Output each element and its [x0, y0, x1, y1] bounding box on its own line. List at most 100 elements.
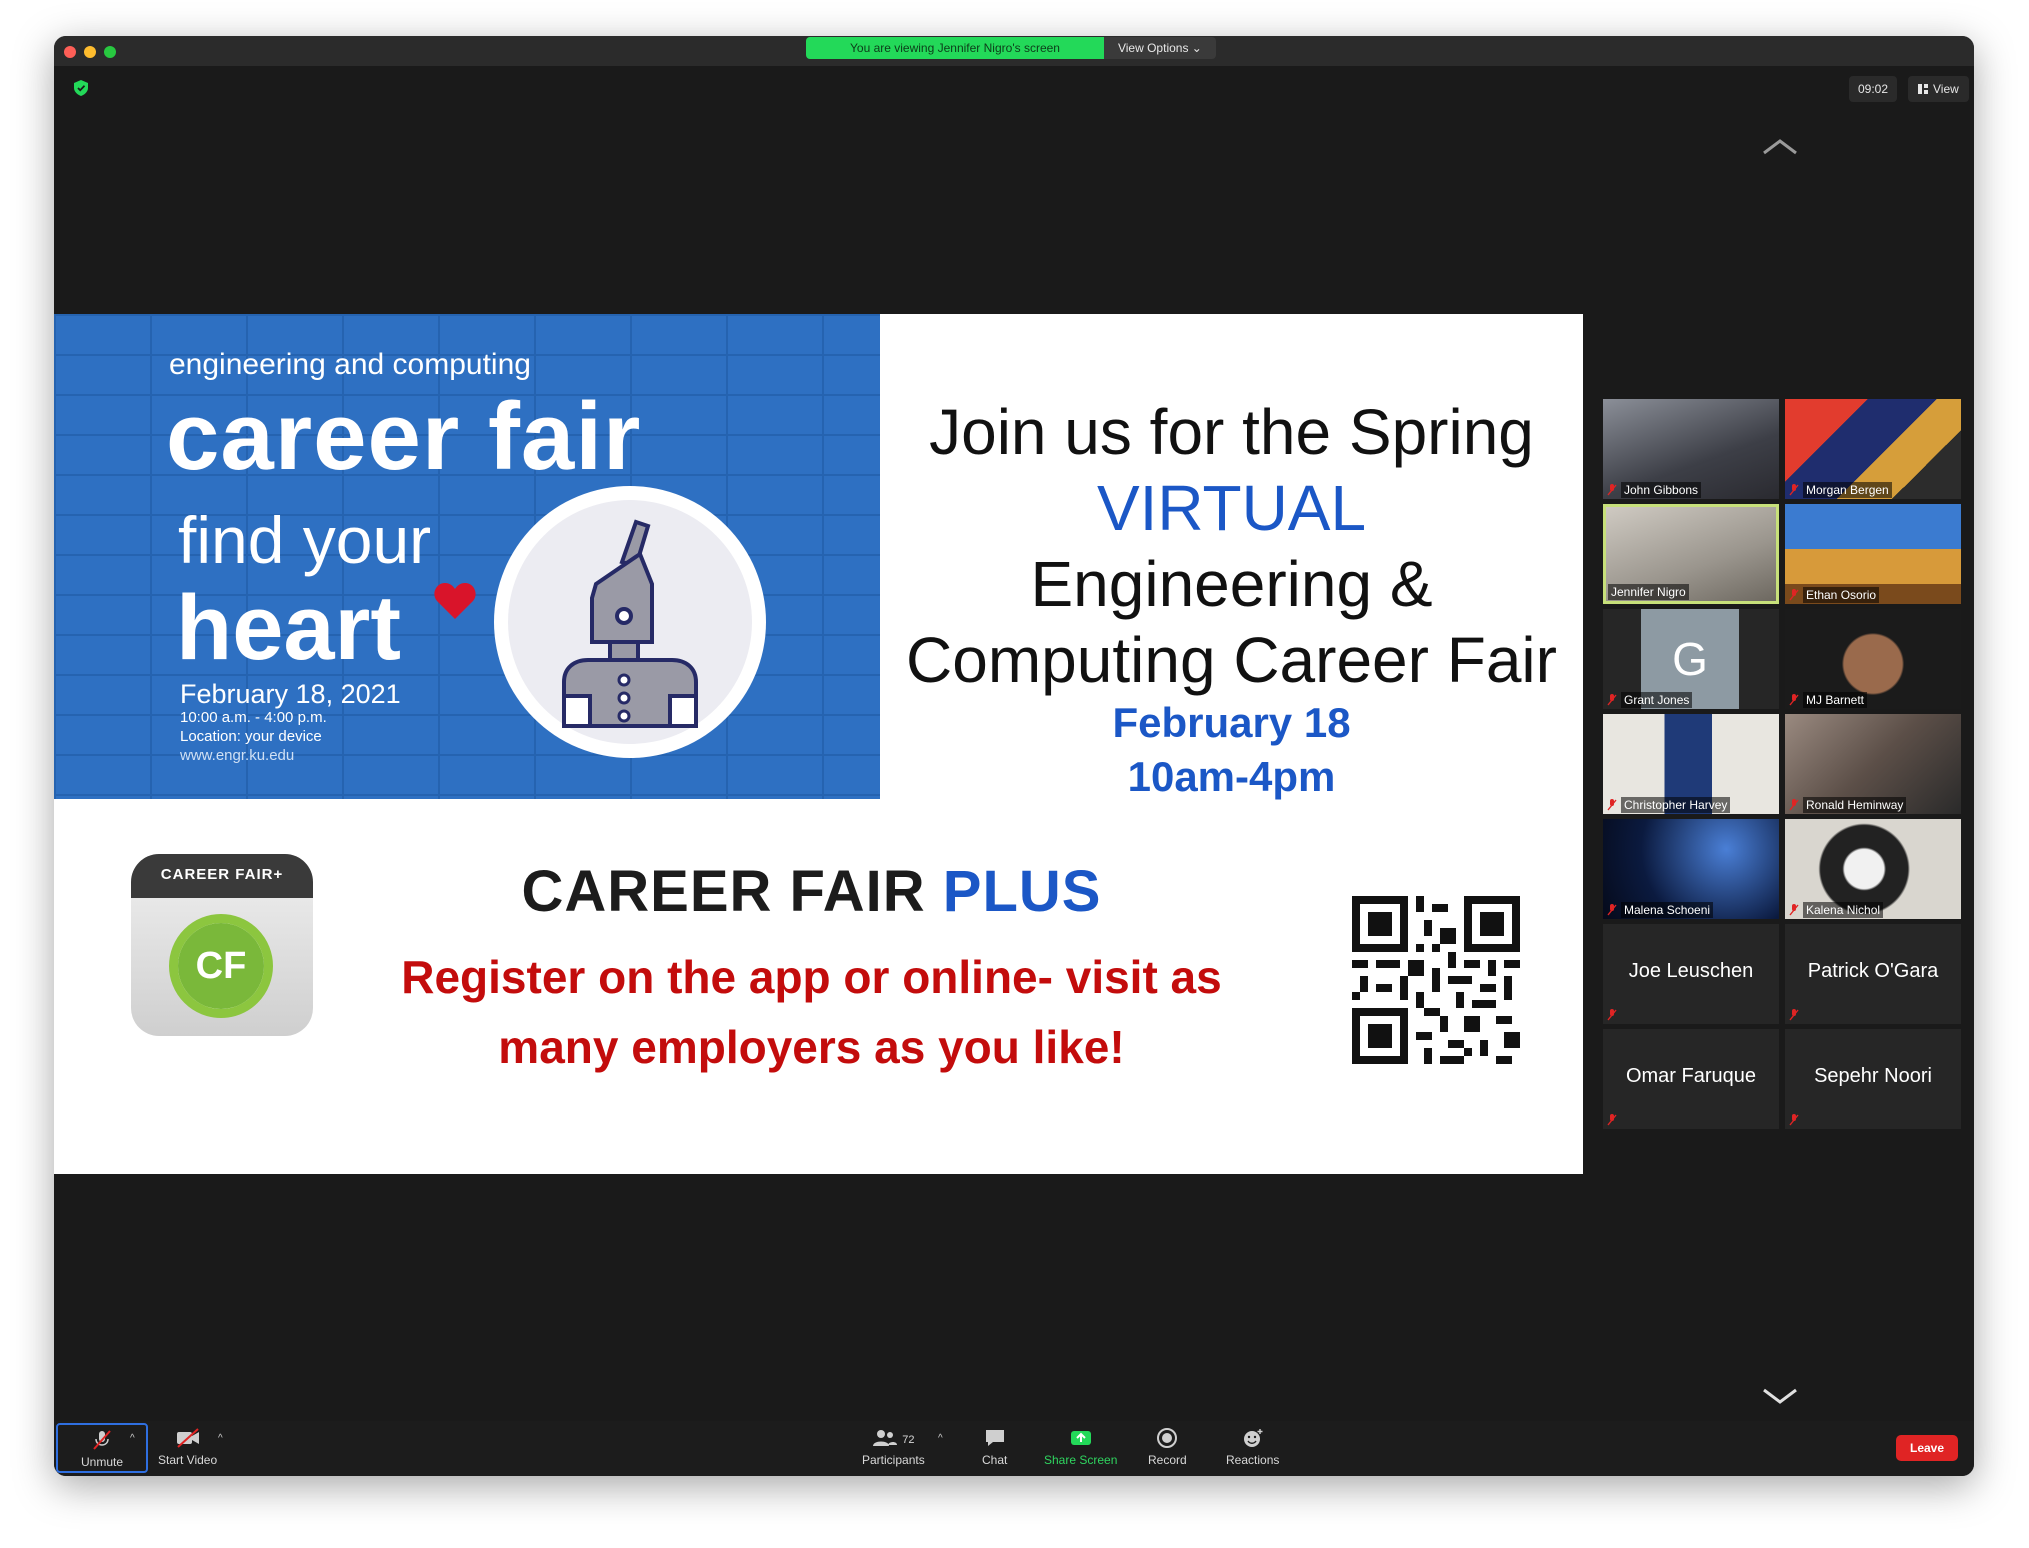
participant-tile[interactable]: MJ Barnett — [1785, 609, 1961, 709]
participant-tile[interactable]: Ronald Heminway — [1785, 714, 1961, 814]
participant-name: MJ Barnett — [1803, 692, 1868, 708]
start-video-label: Start Video — [158, 1453, 218, 1467]
participant-name: Morgan Bergen — [1803, 482, 1892, 498]
register-line-1: Register on the app or online- visit as — [401, 951, 1222, 1003]
heart-icon — [434, 583, 476, 619]
video-off-icon — [176, 1428, 199, 1448]
video-options-caret[interactable]: ^ — [218, 1433, 223, 1444]
mic-muted-icon — [1607, 904, 1617, 916]
event-time: 10:00 a.m. - 4:00 p.m. — [180, 709, 327, 726]
start-video-button[interactable]: Start Video — [158, 1427, 217, 1467]
participant-tile[interactable]: Morgan Bergen — [1785, 399, 1961, 499]
audio-options-caret[interactable]: ^ — [130, 1433, 135, 1444]
chevron-up-icon[interactable] — [1762, 136, 1798, 156]
participant-name: Grant Jones — [1621, 692, 1693, 708]
meeting-toolbar: Unmute ^ Start Video ^ 72 Participants ^… — [54, 1421, 1974, 1476]
reactions-button[interactable]: Reactions — [1226, 1427, 1279, 1467]
participant-tile[interactable]: John Gibbons — [1603, 399, 1779, 499]
participant-tile[interactable]: Christopher Harvey — [1603, 714, 1779, 814]
view-options-label: View Options — [1117, 41, 1189, 55]
share-screen-button[interactable]: Share Screen — [1044, 1427, 1117, 1467]
zoom-window-button[interactable] — [104, 46, 116, 58]
join-us-text: Join us for the Spring VIRTUAL Engineeri… — [880, 394, 1583, 698]
mic-muted-icon — [1607, 1009, 1617, 1021]
view-button-label: View — [1933, 82, 1959, 96]
event-date: February 18, 2021 — [180, 679, 401, 709]
minimize-window-button[interactable] — [84, 46, 96, 58]
career-fair-subtitle: engineering and computing — [169, 348, 531, 381]
participants-count: 72 — [902, 1434, 915, 1446]
join-line-3: Engineering & — [1030, 548, 1433, 620]
participant-name: Ronald Heminway — [1803, 797, 1907, 813]
viewing-banner-text: You are viewing Jennifer Nigro's screen — [806, 37, 1104, 59]
qr-code — [1352, 896, 1520, 1064]
mic-muted-icon — [1789, 799, 1799, 811]
participant-name: Joe Leuschen — [1628, 960, 1754, 982]
mic-muted-icon — [1789, 904, 1799, 916]
cfp-plus: PLUS — [942, 859, 1102, 924]
record-button[interactable]: Record — [1148, 1427, 1187, 1467]
mic-muted-icon — [93, 1430, 111, 1450]
view-options-dropdown[interactable]: View Options ⌄ — [1103, 37, 1216, 59]
shared-screen-slide: engineering and computing career fair fi… — [54, 314, 1583, 1174]
heart-text: heart — [176, 577, 401, 679]
register-text: Register on the app or online- visit as … — [394, 942, 1229, 1082]
share-screen-icon — [1070, 1431, 1091, 1445]
participant-tile[interactable]: Ethan Osorio — [1785, 504, 1961, 604]
join-line-4: Computing Career Fair — [906, 624, 1557, 696]
event-location: Location: your device — [180, 728, 322, 745]
event-url: www.engr.ku.edu — [180, 747, 295, 764]
chat-button[interactable]: Chat — [982, 1427, 1007, 1467]
participant-name: Malena Schoeni — [1621, 902, 1714, 918]
meeting-clock: 09:02 — [1849, 76, 1898, 102]
zoom-window: You are viewing Jennifer Nigro's screen … — [54, 36, 1974, 1476]
register-line-2: many employers as you like! — [498, 1021, 1125, 1073]
leave-button[interactable]: Leave — [1896, 1435, 1959, 1461]
app-icon-label: CAREER FAIR+ — [160, 866, 284, 883]
join-date-block: February 18 10am-4pm — [880, 696, 1583, 804]
mic-muted-icon — [1789, 694, 1799, 706]
chat-label: Chat — [982, 1453, 1008, 1467]
shield-icon[interactable] — [74, 80, 88, 96]
participant-tile[interactable]: G Grant Jones — [1603, 609, 1779, 709]
join-line-1: Join us for the Spring — [929, 396, 1534, 468]
app-icon-initials: CF — [178, 923, 264, 1009]
viewing-banner: You are viewing Jennifer Nigro's screen … — [806, 37, 1216, 59]
participant-tile-active-speaker[interactable]: Jennifer Nigro — [1603, 504, 1779, 604]
unmute-button[interactable]: Unmute — [56, 1423, 148, 1473]
join-time: 10am-4pm — [1127, 753, 1336, 800]
chevron-down-icon[interactable] — [1762, 1386, 1798, 1406]
view-grid-icon — [1918, 84, 1928, 94]
participant-name: Ethan Osorio — [1803, 587, 1880, 603]
participant-tile[interactable]: Kalena Nichol — [1785, 819, 1961, 919]
participant-tile[interactable]: Omar Faruque — [1603, 1029, 1779, 1129]
participant-tile[interactable]: Malena Schoeni — [1603, 819, 1779, 919]
close-window-button[interactable] — [64, 46, 76, 58]
participant-tile[interactable]: Joe Leuschen — [1603, 924, 1779, 1024]
reactions-icon — [1243, 1429, 1263, 1447]
view-button[interactable]: View — [1908, 76, 1969, 102]
career-fair-plus-heading: CAREER FAIR PLUS — [394, 858, 1229, 925]
participant-tile[interactable]: Sepehr Noori — [1785, 1029, 1961, 1129]
unmute-label: Unmute — [80, 1455, 124, 1469]
career-fair-title: career fair — [166, 383, 642, 490]
participant-tile[interactable]: Patrick O'Gara — [1785, 924, 1961, 1024]
robot-icon — [562, 519, 698, 728]
mic-muted-icon — [1607, 694, 1617, 706]
chevron-down-icon: ⌄ — [1191, 41, 1202, 55]
mic-muted-icon — [1789, 1009, 1799, 1021]
participants-options-caret[interactable]: ^ — [938, 1433, 943, 1444]
participant-name: Sepehr Noori — [1814, 1065, 1932, 1087]
career-fair-banner: engineering and computing career fair fi… — [54, 314, 880, 799]
participant-name: Christopher Harvey — [1621, 797, 1731, 813]
mic-muted-icon — [1789, 589, 1799, 601]
mic-muted-icon — [1789, 1114, 1799, 1126]
participant-name: Kalena Nichol — [1803, 902, 1884, 918]
chat-icon — [985, 1430, 1004, 1446]
cfp-main: CAREER FAIR — [521, 859, 926, 924]
mic-muted-icon — [1607, 799, 1617, 811]
reactions-label: Reactions — [1226, 1453, 1280, 1467]
participants-button[interactable]: 72 Participants — [862, 1427, 925, 1467]
title-bar: You are viewing Jennifer Nigro's screen … — [54, 36, 1974, 66]
join-line-virtual: VIRTUAL — [1096, 472, 1367, 544]
